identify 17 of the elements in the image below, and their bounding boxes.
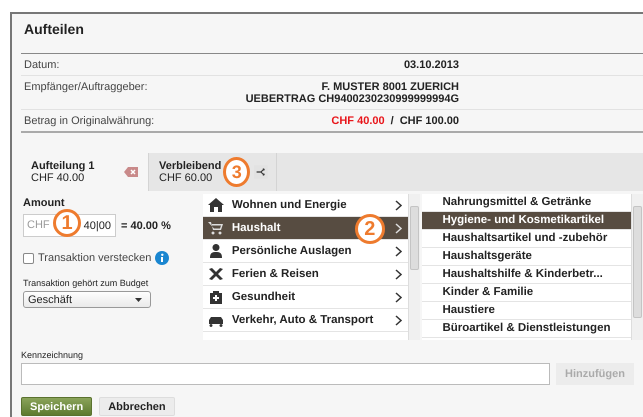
currency-label: CHF xyxy=(27,219,50,231)
callout-tooltip: 2 xyxy=(354,214,385,244)
tag-label: Kennzeichnung xyxy=(21,350,84,360)
split-amount: CHF 40.00 xyxy=(331,115,385,127)
separator: / xyxy=(390,115,394,127)
detail-label: Betrag in Originalwährung: xyxy=(24,115,156,127)
amount-label: Amount xyxy=(23,197,65,209)
budget-label: Transaktion gehört zum Budget xyxy=(23,278,148,288)
detail-label: Datum: xyxy=(24,59,60,71)
detail-value: F. MUSTER 8001 ZUERICH xyxy=(321,81,459,93)
detail-value: 03.10.2013 xyxy=(404,59,459,71)
total-amount: CHF 100.00 xyxy=(400,115,459,127)
detail-value: UEBERTRAG CH9400230230999999994G xyxy=(246,93,459,105)
dialog-title: Aufteilen xyxy=(23,20,85,39)
callout-tooltip: 3 xyxy=(223,157,250,187)
detail-label: Empfänger/Auftraggeber: xyxy=(24,81,149,95)
percent-text: = 40.00 % xyxy=(121,220,171,232)
